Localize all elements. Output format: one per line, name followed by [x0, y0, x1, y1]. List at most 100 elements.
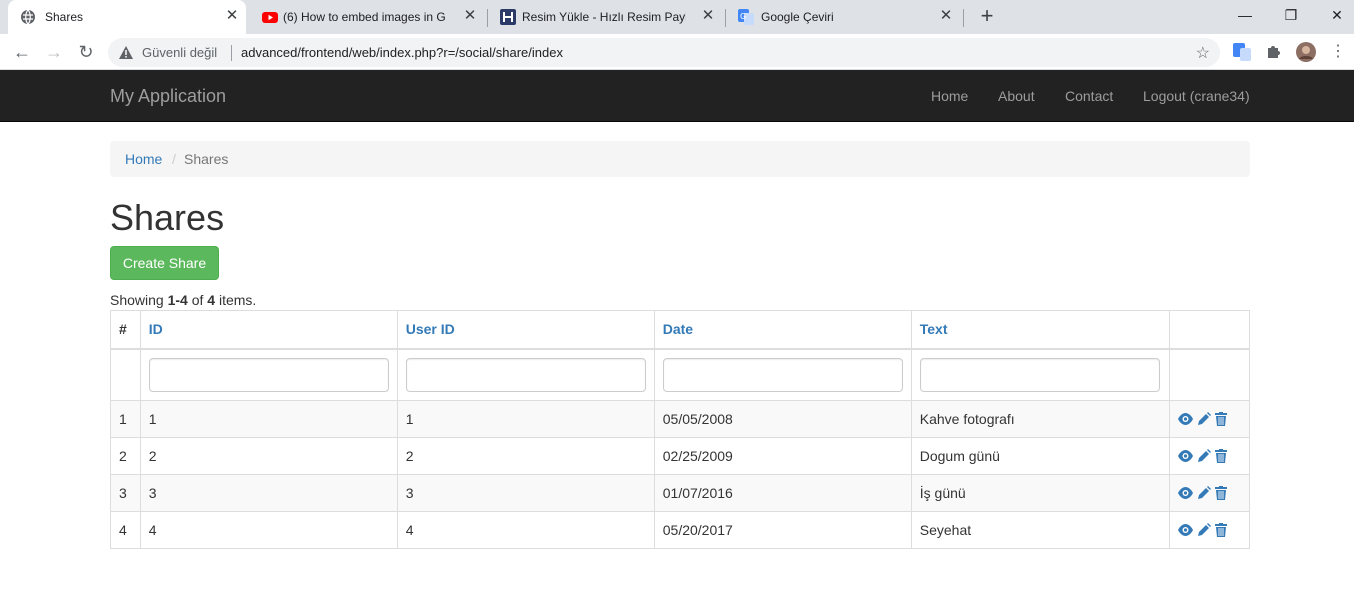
youtube-icon — [262, 12, 278, 23]
close-icon[interactable]: ✕ — [938, 8, 954, 24]
table-row: 1 1 1 05/05/2008 Kahve fotografı — [110, 400, 1251, 438]
column-header-date[interactable]: Date — [653, 310, 912, 350]
browser-tab-strip: Shares ✕ (6) How to embed images in GitH… — [0, 0, 1354, 34]
tab-title: Shares — [45, 10, 84, 24]
menu-kebab-icon[interactable]: ⋮ — [1328, 42, 1348, 62]
trash-icon[interactable] — [1214, 486, 1227, 500]
filter-cell-user-id — [396, 348, 655, 401]
cell-id: 1 — [139, 400, 398, 438]
close-icon[interactable]: ✕ — [700, 8, 716, 24]
minimize-icon[interactable]: — — [1233, 4, 1257, 26]
cell-actions — [1168, 474, 1251, 512]
column-header-text[interactable]: Text — [910, 310, 1170, 350]
table-row: 2 2 2 02/25/2009 Dogum günü — [110, 437, 1251, 475]
tab-google-ceviri[interactable]: G Google Çeviri ✕ — [726, 0, 962, 34]
close-icon[interactable]: ✕ — [224, 8, 240, 24]
create-share-button[interactable]: Create Share — [110, 246, 219, 280]
extensions-puzzle-icon[interactable] — [1264, 42, 1284, 62]
tab-title: Resim Yükle - Hızlı Resim Paylaş — [522, 10, 686, 24]
filter-text-input[interactable] — [919, 357, 1160, 392]
sort-user-id-link[interactable]: User ID — [406, 321, 455, 337]
eye-icon[interactable] — [1177, 413, 1193, 425]
cell-date: 01/07/2016 — [653, 474, 912, 512]
grid-body: 1 1 1 05/05/2008 Kahve fotografı 2 2 2 0… — [110, 400, 1251, 549]
sort-date-link[interactable]: Date — [663, 321, 693, 337]
nav-logout[interactable]: Logout (crane34) — [1143, 88, 1250, 104]
table-row: 3 3 3 01/07/2016 İş günü — [110, 474, 1251, 512]
table-row: 4 4 4 05/20/2017 Seyehat — [110, 511, 1251, 549]
tab-youtube[interactable]: (6) How to embed images in GitH ✕ — [250, 0, 486, 34]
breadcrumb-current: Shares — [184, 151, 229, 167]
column-header-actions — [1168, 310, 1251, 350]
globe-icon — [21, 9, 35, 25]
grid-header-row: # ID User ID Date Text — [110, 310, 1251, 350]
app-navbar: My Application Home About Contact Logout… — [0, 70, 1354, 122]
pencil-icon[interactable] — [1197, 412, 1211, 426]
close-icon[interactable]: ✕ — [462, 8, 478, 24]
address-bar[interactable]: Güvenli değil advanced/frontend/web/inde… — [108, 38, 1220, 67]
filter-date-input[interactable] — [662, 357, 903, 392]
back-icon[interactable]: ← — [12, 42, 32, 62]
sort-text-link[interactable]: Text — [920, 321, 948, 337]
cell-number: 2 — [110, 437, 141, 475]
brand-link[interactable]: My Application — [110, 86, 226, 107]
cell-date: 05/05/2008 — [653, 400, 912, 438]
cell-id: 2 — [139, 437, 398, 475]
breadcrumb-home[interactable]: Home — [125, 151, 162, 167]
grid-filter-row — [110, 348, 1251, 401]
url-text[interactable]: advanced/frontend/web/index.php?r=/socia… — [241, 45, 563, 60]
sort-id-link[interactable]: ID — [149, 321, 163, 337]
cell-number: 4 — [110, 511, 141, 549]
cell-user-id: 3 — [396, 474, 655, 512]
grid-summary: Showing 1-4 of 4 items. — [110, 292, 257, 308]
pencil-icon[interactable] — [1197, 449, 1211, 463]
pencil-icon[interactable] — [1197, 523, 1211, 537]
warning-icon — [119, 46, 133, 59]
cell-number: 1 — [110, 400, 141, 438]
breadcrumb-divider: / — [172, 151, 176, 167]
trash-icon[interactable] — [1214, 523, 1227, 537]
new-tab-icon[interactable]: + — [976, 5, 998, 27]
cell-id: 4 — [139, 511, 398, 549]
cell-text: İş günü — [910, 474, 1170, 512]
tab-shares[interactable]: Shares ✕ — [8, 0, 246, 34]
translate-extension-icon[interactable] — [1232, 42, 1252, 62]
tab-divider — [963, 9, 964, 27]
eye-icon[interactable] — [1177, 450, 1193, 462]
restore-icon[interactable]: ❐ — [1279, 4, 1303, 26]
column-header-user-id[interactable]: User ID — [396, 310, 655, 350]
tab-title: (6) How to embed images in GitH — [283, 10, 445, 24]
eye-icon[interactable] — [1177, 487, 1193, 499]
pencil-icon[interactable] — [1197, 486, 1211, 500]
nav-about[interactable]: About — [998, 88, 1035, 104]
column-header-number: # — [110, 310, 141, 350]
tab-resim-yukle[interactable]: Resim Yükle - Hızlı Resim Paylaş ✕ — [488, 0, 724, 34]
resim-site-icon — [500, 9, 516, 25]
cell-text: Seyehat — [910, 511, 1170, 549]
trash-icon[interactable] — [1214, 449, 1227, 463]
column-header-id[interactable]: ID — [139, 310, 398, 350]
filter-user-id-input[interactable] — [405, 357, 646, 392]
cell-actions — [1168, 511, 1251, 549]
reload-icon[interactable]: ↻ — [76, 42, 96, 62]
security-label[interactable]: Güvenli değil — [142, 45, 217, 60]
nav-contact[interactable]: Contact — [1065, 88, 1113, 104]
cell-user-id: 2 — [396, 437, 655, 475]
google-translate-icon: G — [738, 9, 754, 25]
shares-grid: # ID User ID Date Text 1 1 1 05/05/2008 … — [110, 310, 1251, 549]
summary-total: 4 — [207, 292, 216, 308]
cell-date: 05/20/2017 — [653, 511, 912, 549]
filter-cell-empty — [1168, 348, 1251, 401]
cell-actions — [1168, 437, 1251, 475]
star-icon[interactable]: ☆ — [1196, 43, 1210, 63]
profile-avatar[interactable] — [1296, 42, 1316, 62]
filter-cell-date — [653, 348, 912, 401]
trash-icon[interactable] — [1214, 412, 1227, 426]
nav-home[interactable]: Home — [931, 88, 968, 104]
eye-icon[interactable] — [1177, 524, 1193, 536]
window-close-icon[interactable]: ✕ — [1325, 4, 1349, 26]
filter-id-input[interactable] — [148, 357, 389, 392]
forward-icon[interactable]: → — [44, 42, 64, 62]
page-title: Shares — [110, 197, 225, 238]
address-divider — [231, 45, 232, 61]
